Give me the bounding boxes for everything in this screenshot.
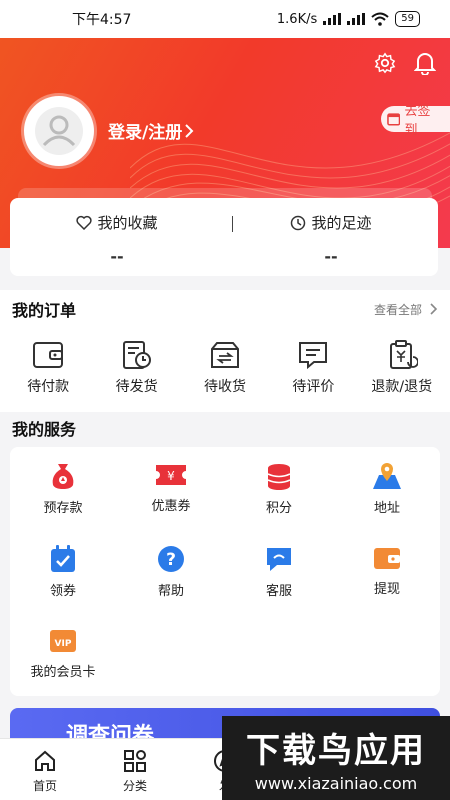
chevron-right-icon [185, 123, 194, 138]
service-help[interactable]: ? 帮助 [121, 544, 221, 599]
order-label: 退款/退货 [371, 379, 433, 395]
order-pending-receipt[interactable]: 待收货 [182, 340, 268, 396]
favorites-card: 我的收藏 -- 我的足迹 -- [10, 198, 438, 276]
avatar[interactable] [24, 96, 94, 166]
my-footprint[interactable]: 我的足迹 -- [224, 198, 438, 276]
status-indicators: 1.6K/s 59 [277, 11, 420, 27]
service-points[interactable]: 积分 [229, 461, 329, 516]
battery-indicator: 59 [395, 11, 420, 27]
withdraw-wallet-icon [374, 548, 400, 569]
chat-icon [267, 548, 291, 571]
order-pending-payment[interactable]: 待付款 [5, 340, 91, 396]
settings-gear-icon[interactable] [374, 52, 396, 74]
services-card: 预存款 ¥ 优惠券 积分 地址 领券 ? 帮助 客服 提现 VIP 我的会员卡 [10, 447, 440, 696]
vip-card-icon: VIP [50, 630, 76, 652]
coins-icon [267, 464, 291, 490]
network-speed: 1.6K/s [276, 11, 318, 27]
calendar-check-icon [51, 545, 75, 572]
watermark-logo: 下载鸟应用 www.xiazainiao.com [222, 716, 450, 800]
service-label: 提现 [373, 582, 400, 597]
footprint-count: -- [324, 247, 338, 266]
divider [232, 216, 233, 232]
service-prepaid[interactable]: 预存款 [13, 461, 113, 516]
services-title: 我的服务 [12, 420, 77, 439]
footprint-label: 我的足迹 [311, 214, 372, 232]
coupon-icon: ¥ [156, 465, 186, 485]
collection-label: 我的收藏 [97, 214, 158, 232]
heart-icon [76, 215, 93, 230]
wallet-icon [33, 342, 64, 368]
checkin-label: 去签到 [404, 104, 431, 138]
clock-icon [291, 215, 306, 230]
checkin-button[interactable]: 去签到 [381, 104, 450, 138]
order-label: 待评价 [292, 379, 335, 395]
chevron-right-icon [430, 303, 438, 315]
order-refund[interactable]: 退款/退货 [359, 340, 445, 396]
service-label: 我的会员卡 [30, 665, 96, 680]
order-label: 待收货 [203, 379, 246, 395]
service-withdraw[interactable]: 提现 [337, 544, 437, 597]
service-label: 领券 [49, 584, 76, 599]
orders-title: 我的订单 [12, 301, 77, 320]
signal-icon-2 [347, 13, 366, 25]
wifi-icon [371, 12, 389, 26]
help-icon: ? [158, 546, 184, 572]
view-all-orders-link[interactable]: 查看全部 [374, 301, 438, 318]
service-customer-service[interactable]: 客服 [229, 544, 329, 599]
order-pending-review[interactable]: 待评价 [270, 340, 356, 396]
home-icon [35, 750, 55, 771]
comment-icon [299, 342, 328, 370]
watermark-brand: 下载鸟应用 [246, 731, 426, 771]
status-time: 下午4:57 [72, 12, 132, 28]
orders-section: 我的订单 查看全部 待付款 待发货 待收货 待评价 退款/退货 [0, 290, 450, 412]
order-label: 待付款 [27, 379, 70, 395]
svg-text:?: ? [166, 550, 176, 570]
status-bar: 下午4:57 1.6K/s 59 [0, 0, 450, 38]
collection-count: -- [110, 247, 124, 266]
user-placeholder-icon [35, 107, 83, 155]
login-register-link[interactable]: 登录/注册 [108, 118, 194, 143]
box-icon [210, 342, 239, 368]
map-pin-icon [373, 463, 401, 489]
calendar-icon [387, 113, 401, 126]
service-membership-card[interactable]: VIP 我的会员卡 [13, 627, 113, 680]
tab-home[interactable]: 首页 [0, 739, 90, 800]
signal-icon [323, 13, 342, 25]
service-label: 预存款 [43, 501, 83, 516]
service-label: 积分 [265, 501, 292, 516]
service-label: 客服 [265, 584, 292, 599]
view-all-label: 查看全部 [373, 302, 422, 317]
grid-icon [124, 750, 146, 772]
order-pending-shipment[interactable]: 待发货 [94, 340, 180, 396]
service-label: 优惠券 [151, 499, 191, 514]
money-bag-icon [52, 464, 74, 489]
tab-label: 首页 [32, 779, 57, 793]
svg-text:VIP: VIP [55, 639, 72, 649]
order-label: 待发货 [115, 379, 158, 395]
service-address[interactable]: 地址 [337, 461, 437, 516]
notification-bell-icon[interactable] [414, 51, 436, 75]
login-label: 登录/注册 [108, 123, 183, 143]
my-collection[interactable]: 我的收藏 -- [10, 198, 224, 276]
service-label: 帮助 [157, 584, 184, 599]
clock-doc-icon [122, 341, 151, 369]
svg-text:¥: ¥ [167, 469, 175, 483]
service-claim-coupon[interactable]: 领券 [13, 544, 113, 599]
service-label: 地址 [373, 501, 400, 516]
tab-label: 分类 [122, 779, 147, 793]
watermark-url: www.xiazainiao.com [254, 774, 418, 793]
service-coupon[interactable]: ¥ 优惠券 [121, 461, 221, 514]
tab-category[interactable]: 分类 [90, 739, 180, 800]
refund-icon [389, 340, 418, 369]
